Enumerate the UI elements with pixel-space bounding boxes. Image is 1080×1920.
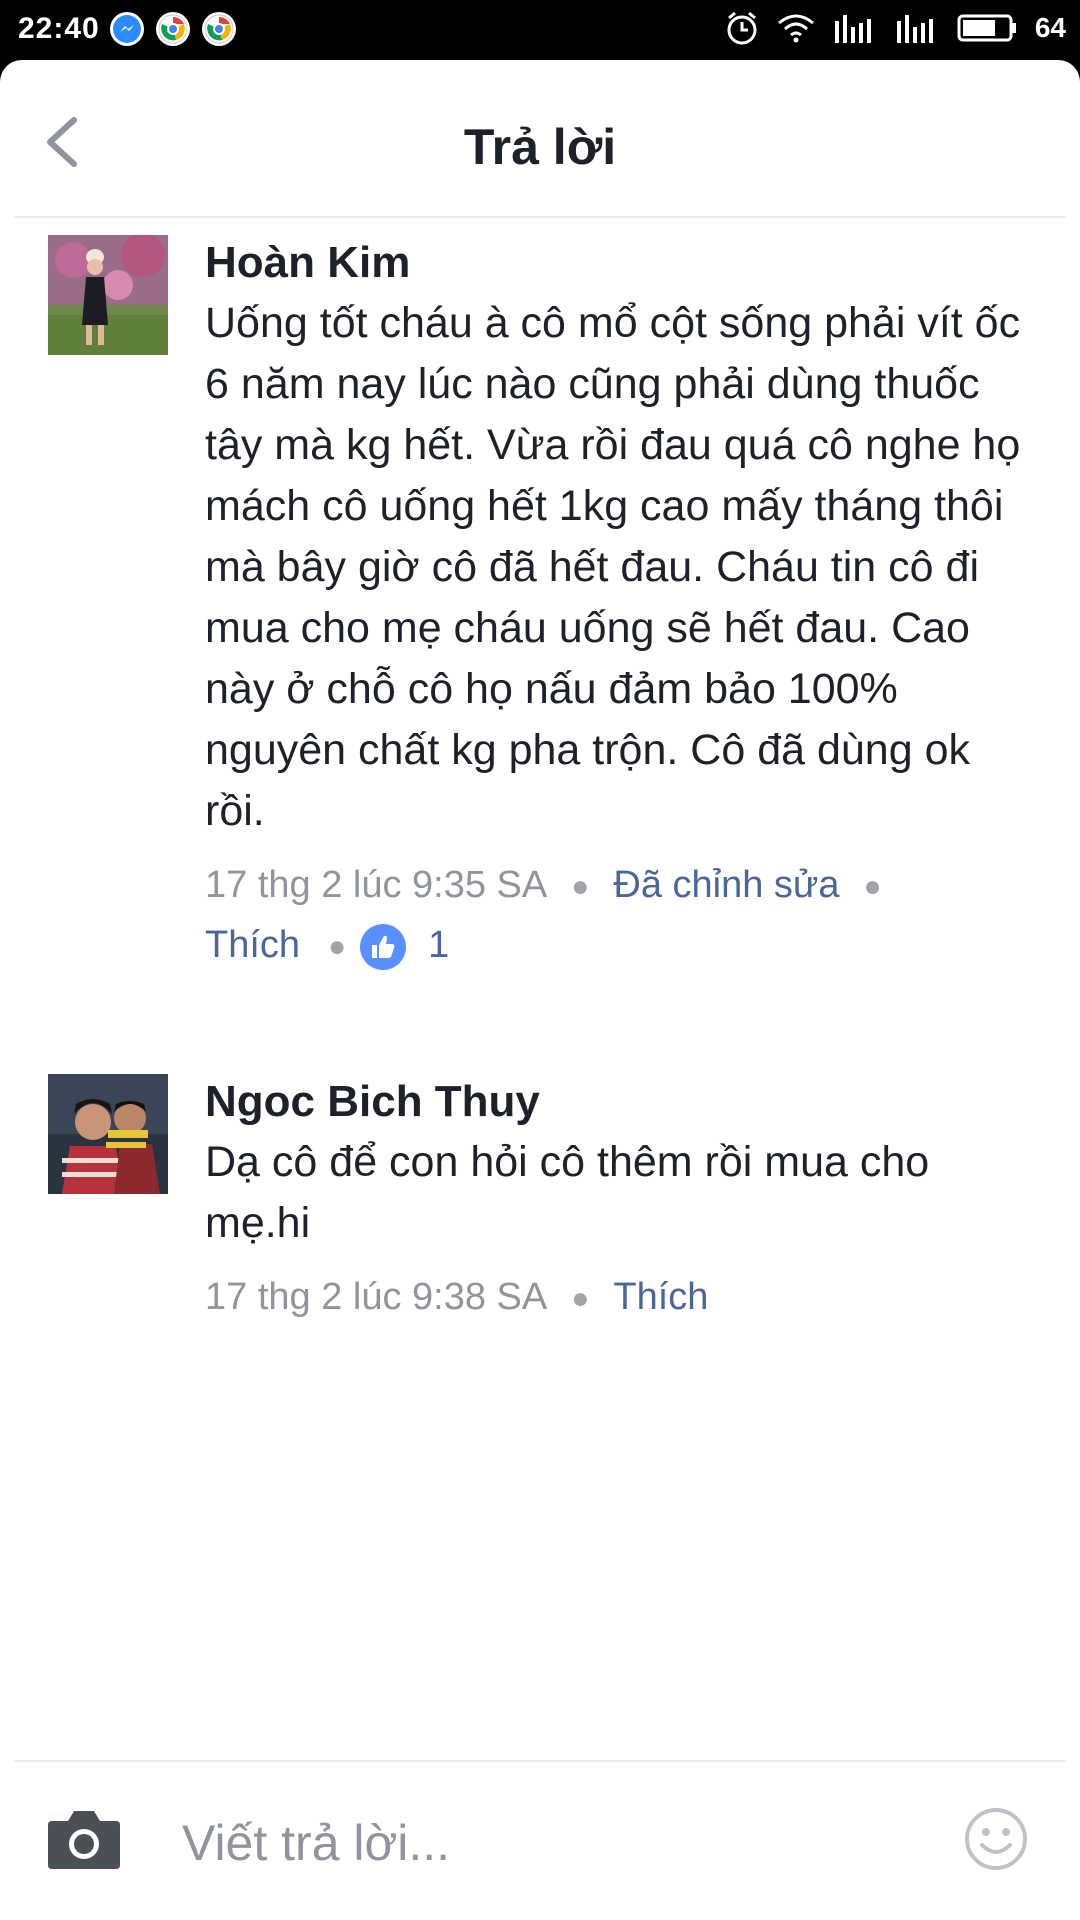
emoji-button[interactable] xyxy=(964,1807,1028,1871)
chrome-icon xyxy=(202,12,236,46)
comment-author[interactable]: Hoàn Kim xyxy=(205,235,1025,291)
chrome-icon xyxy=(156,12,190,46)
separator-dot: ● xyxy=(571,1281,590,1315)
smiley-icon xyxy=(965,1808,1027,1870)
alarm-icon xyxy=(727,11,757,45)
comment-text: Uống tốt cháu à cô mổ cột sống phải vít … xyxy=(205,299,1021,835)
battery-icon xyxy=(957,14,1016,42)
edited-link[interactable]: Đã chỉnh sửa xyxy=(613,864,839,906)
page-title: Trả lời xyxy=(463,119,617,175)
comment-text: Dạ cô để con hỏi cô thêm rồi mua cho mẹ.… xyxy=(205,1138,930,1247)
like-count[interactable]: 1 xyxy=(428,924,449,966)
messenger-icon xyxy=(110,12,144,46)
avatar[interactable] xyxy=(48,1074,168,1194)
comment-meta: 17 thg 2 lúc 9:38 SA ● Thích xyxy=(205,1268,1025,1328)
comment-timestamp[interactable]: 17 thg 2 lúc 9:35 SA xyxy=(205,864,547,906)
notification-icons xyxy=(110,12,236,46)
comment-body: Hoàn Kim Uống tốt cháu à cô mổ cột sống … xyxy=(205,235,1025,976)
separator-dot: ● xyxy=(571,869,590,903)
camera-button[interactable] xyxy=(46,1807,122,1871)
separator-dot: ● xyxy=(863,869,882,903)
reply-composer xyxy=(0,1762,1080,1920)
like-button[interactable]: Thích xyxy=(613,1276,708,1318)
system-icons: 64 xyxy=(725,10,1066,46)
status-time: 22:40 xyxy=(18,12,100,45)
avatar[interactable] xyxy=(48,235,168,355)
separator-dot: ● xyxy=(328,929,347,963)
status-bar: 22:40 64 xyxy=(0,0,1080,60)
signal-icon xyxy=(834,15,871,43)
reply-input[interactable] xyxy=(180,1802,944,1884)
like-reaction-icon[interactable] xyxy=(360,923,407,970)
reply-sheet: Trả lời Hoàn Kim Uống tốt cháu à cô mổ c… xyxy=(0,60,1080,1920)
comment-body: Ngoc Bich Thuy Dạ cô để con hỏi cô thêm … xyxy=(205,1074,1025,1328)
comment-meta: 17 thg 2 lúc 9:35 SA ● Đã chỉnh sửa ● Thích… xyxy=(205,856,1025,976)
wifi-icon xyxy=(777,14,814,43)
signal-icon xyxy=(896,15,933,43)
header-divider xyxy=(14,216,1066,218)
comment-author[interactable]: Ngoc Bich Thuy xyxy=(205,1074,1025,1130)
like-button[interactable]: Thích xyxy=(205,924,300,966)
comment-timestamp[interactable]: 17 thg 2 lúc 9:38 SA xyxy=(205,1276,547,1318)
battery-level: 64 xyxy=(1034,12,1066,43)
header: Trả lời xyxy=(0,60,1080,216)
camera-icon xyxy=(48,1811,120,1869)
